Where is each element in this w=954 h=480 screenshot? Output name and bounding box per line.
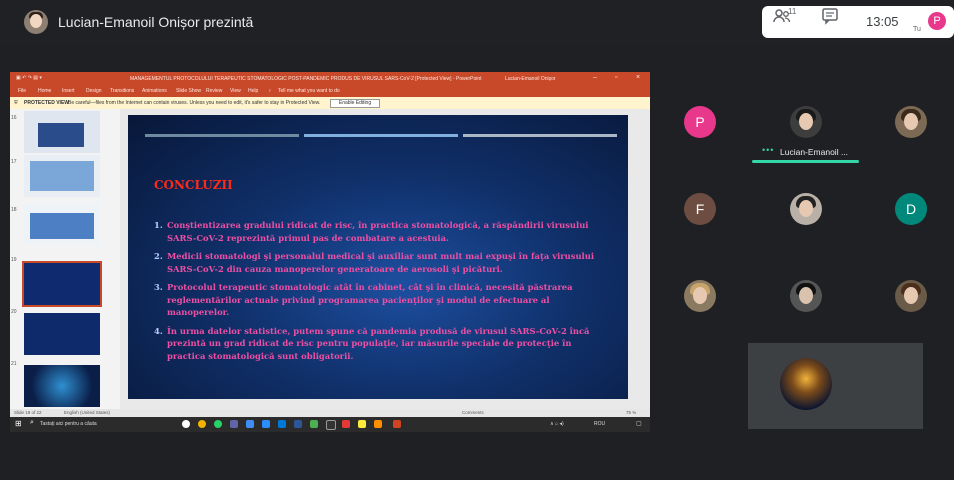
conclusion-item: 3. Protocolul terapeutic stomatologic atâ… — [154, 282, 573, 317]
speaker-name: Lucian-Emanoil ... — [780, 147, 849, 157]
speaker-highlight — [752, 160, 859, 163]
comments-button[interactable]: Comments — [462, 410, 484, 415]
slide-thumbnail[interactable] — [24, 313, 100, 355]
participant-photo[interactable] — [895, 106, 927, 138]
meeting-clock: 13:05 — [866, 14, 899, 29]
protected-message: Be careful—files from the Internet can c… — [68, 100, 321, 106]
quick-access-icons[interactable]: ▣ ↶ ↷ ▤ ▾ — [16, 75, 42, 81]
powerpoint-taskbar-icon[interactable] — [393, 420, 401, 428]
slide-decor-bar — [304, 134, 458, 137]
self-avatar[interactable]: P — [928, 12, 946, 30]
powerpoint-window: ▣ ↶ ↷ ▤ ▾ MANAGEMENTUL PROTOCOLULUI TERA… — [10, 72, 650, 432]
zoom-level: 75 % — [626, 410, 637, 415]
pp-window-title: MANAGEMENTUL PROTOCOLULUI TERAPEUTIC STO… — [130, 76, 482, 82]
participant-photo[interactable] — [895, 280, 927, 312]
ribbon-tab-insert[interactable]: Insert — [62, 88, 75, 94]
pp-status-bar: Slide 19 of 22 English (United States) C… — [10, 409, 650, 417]
pp-user-name: Lucian-Emanoil Onișor — [505, 76, 556, 82]
app-icon[interactable] — [326, 420, 336, 430]
participant-photo-speaker[interactable] — [790, 106, 822, 138]
presenting-title: Lucian-Emanoil Onișor prezintă — [58, 14, 254, 30]
ribbon-tab-review[interactable]: Review — [206, 88, 222, 94]
thumb-number: 18 — [11, 207, 17, 213]
taskbar-search[interactable]: Tastați aici pentru a căuta — [40, 421, 97, 427]
current-slide: CONCLUZII 1. Conştientizarea gradului rid… — [128, 115, 628, 399]
thumb-number: 17 — [11, 159, 17, 165]
participant-photo[interactable] — [790, 193, 822, 225]
input-language[interactable]: ROU — [594, 421, 605, 427]
shield-icon: ⛨ — [14, 100, 18, 106]
chrome-icon[interactable] — [198, 420, 206, 428]
slide-decor-bar — [145, 134, 299, 137]
tray-icons: ∧ ⌂ ◂) — [550, 421, 564, 427]
app-icon[interactable] — [310, 420, 318, 428]
people-count: 11 — [788, 7, 797, 16]
slide-thumbnail[interactable] — [24, 203, 100, 245]
thumb-number: 19 — [11, 257, 17, 263]
conclusion-item: 1. Conştientizarea gradului ridicat de ri… — [154, 220, 589, 243]
conclusion-item: 4. În urma datelor statistice, putem spun… — [154, 325, 590, 361]
you-label: Tu — [913, 26, 921, 33]
search-icon: ⌕ — [30, 419, 34, 426]
edge-icon[interactable] — [278, 420, 286, 428]
app-icon[interactable] — [358, 420, 366, 428]
app-icon[interactable] — [342, 420, 350, 428]
enable-editing-button[interactable]: Enable Editing — [330, 99, 380, 108]
status-language: English (United States) — [64, 410, 111, 415]
protected-label: PROTECTED VIEW — [24, 100, 70, 106]
ribbon-tab-home[interactable]: Home — [38, 88, 51, 94]
lightbulb-icon: ♀ — [268, 88, 272, 94]
speaking-indicator: ••• — [762, 145, 775, 155]
ribbon-tab-design[interactable]: Design — [86, 88, 102, 94]
slide-title: CONCLUZII — [154, 178, 233, 192]
slide-counter: Slide 19 of 22 — [14, 410, 42, 415]
maximize-icon[interactable]: ▫ — [615, 74, 617, 81]
notification-icon[interactable]: ▢ — [636, 420, 642, 427]
word-icon[interactable] — [294, 420, 302, 428]
ribbon-tab-file[interactable]: File — [18, 88, 26, 94]
participant-tile — [748, 343, 923, 429]
participant-photo[interactable] — [684, 280, 716, 312]
conclusions-list: 1. Conştientizarea gradului ridicat de ri… — [154, 219, 609, 368]
chat-icon[interactable] — [820, 6, 840, 26]
slide-thumbnail-selected[interactable] — [22, 261, 102, 307]
ribbon-tab-transitions[interactable]: Transitions — [110, 88, 134, 94]
tell-me-box[interactable]: Tell me what you want to do — [278, 88, 340, 94]
slide-decor-bar — [463, 134, 617, 137]
minimize-icon[interactable]: – — [593, 74, 597, 81]
windows-taskbar: ⊞ ⌕ Tastați aici pentru a căuta ∧ ⌂ ◂) R… — [10, 417, 650, 432]
participant-avatar-p[interactable]: P — [684, 106, 716, 138]
ribbon-tab-view[interactable]: View — [230, 88, 241, 94]
presenter-avatar — [24, 10, 48, 34]
ribbon-tab-slideshow[interactable]: Slide Show — [176, 88, 201, 94]
participant-avatar-d[interactable]: D — [895, 193, 927, 225]
slide-editor: CONCLUZII 1. Conştientizarea gradului rid… — [120, 109, 650, 409]
ribbon-tab-help[interactable]: Help — [248, 88, 258, 94]
pp-titlebar: ▣ ↶ ↷ ▤ ▾ MANAGEMENTUL PROTOCOLULUI TERA… — [10, 72, 650, 85]
app-icon[interactable] — [374, 420, 382, 428]
participant-photo[interactable] — [790, 280, 822, 312]
zoom-app-icon[interactable] — [262, 420, 270, 428]
files-icon[interactable] — [246, 420, 254, 428]
cortana-icon[interactable] — [182, 420, 190, 428]
thumb-number: 16 — [11, 115, 17, 121]
thumb-number: 21 — [11, 361, 17, 367]
conclusion-item: 2. Medicii stomatologi şi personalul medi… — [154, 251, 595, 274]
slide-thumbnail[interactable] — [24, 365, 100, 407]
thumb-number: 20 — [11, 309, 17, 315]
pp-ribbon: File Home Insert Design Transitions Anim… — [10, 85, 650, 97]
participant-avatar-f[interactable]: F — [684, 193, 716, 225]
close-icon[interactable]: × — [636, 74, 640, 81]
windows-start-icon[interactable]: ⊞ — [15, 419, 22, 428]
slide-thumbnail-pane: 16 17 18 19 20 21 — [10, 109, 120, 409]
whatsapp-icon[interactable] — [214, 420, 222, 428]
slide-thumbnail[interactable] — [24, 111, 100, 153]
protected-view-bar: ⛨ PROTECTED VIEW Be careful—files from t… — [10, 97, 650, 109]
participant-photo-building[interactable] — [780, 358, 832, 410]
ribbon-tab-animations[interactable]: Animations — [142, 88, 167, 94]
teams-icon[interactable] — [230, 420, 238, 428]
slide-thumbnail[interactable] — [24, 155, 100, 197]
